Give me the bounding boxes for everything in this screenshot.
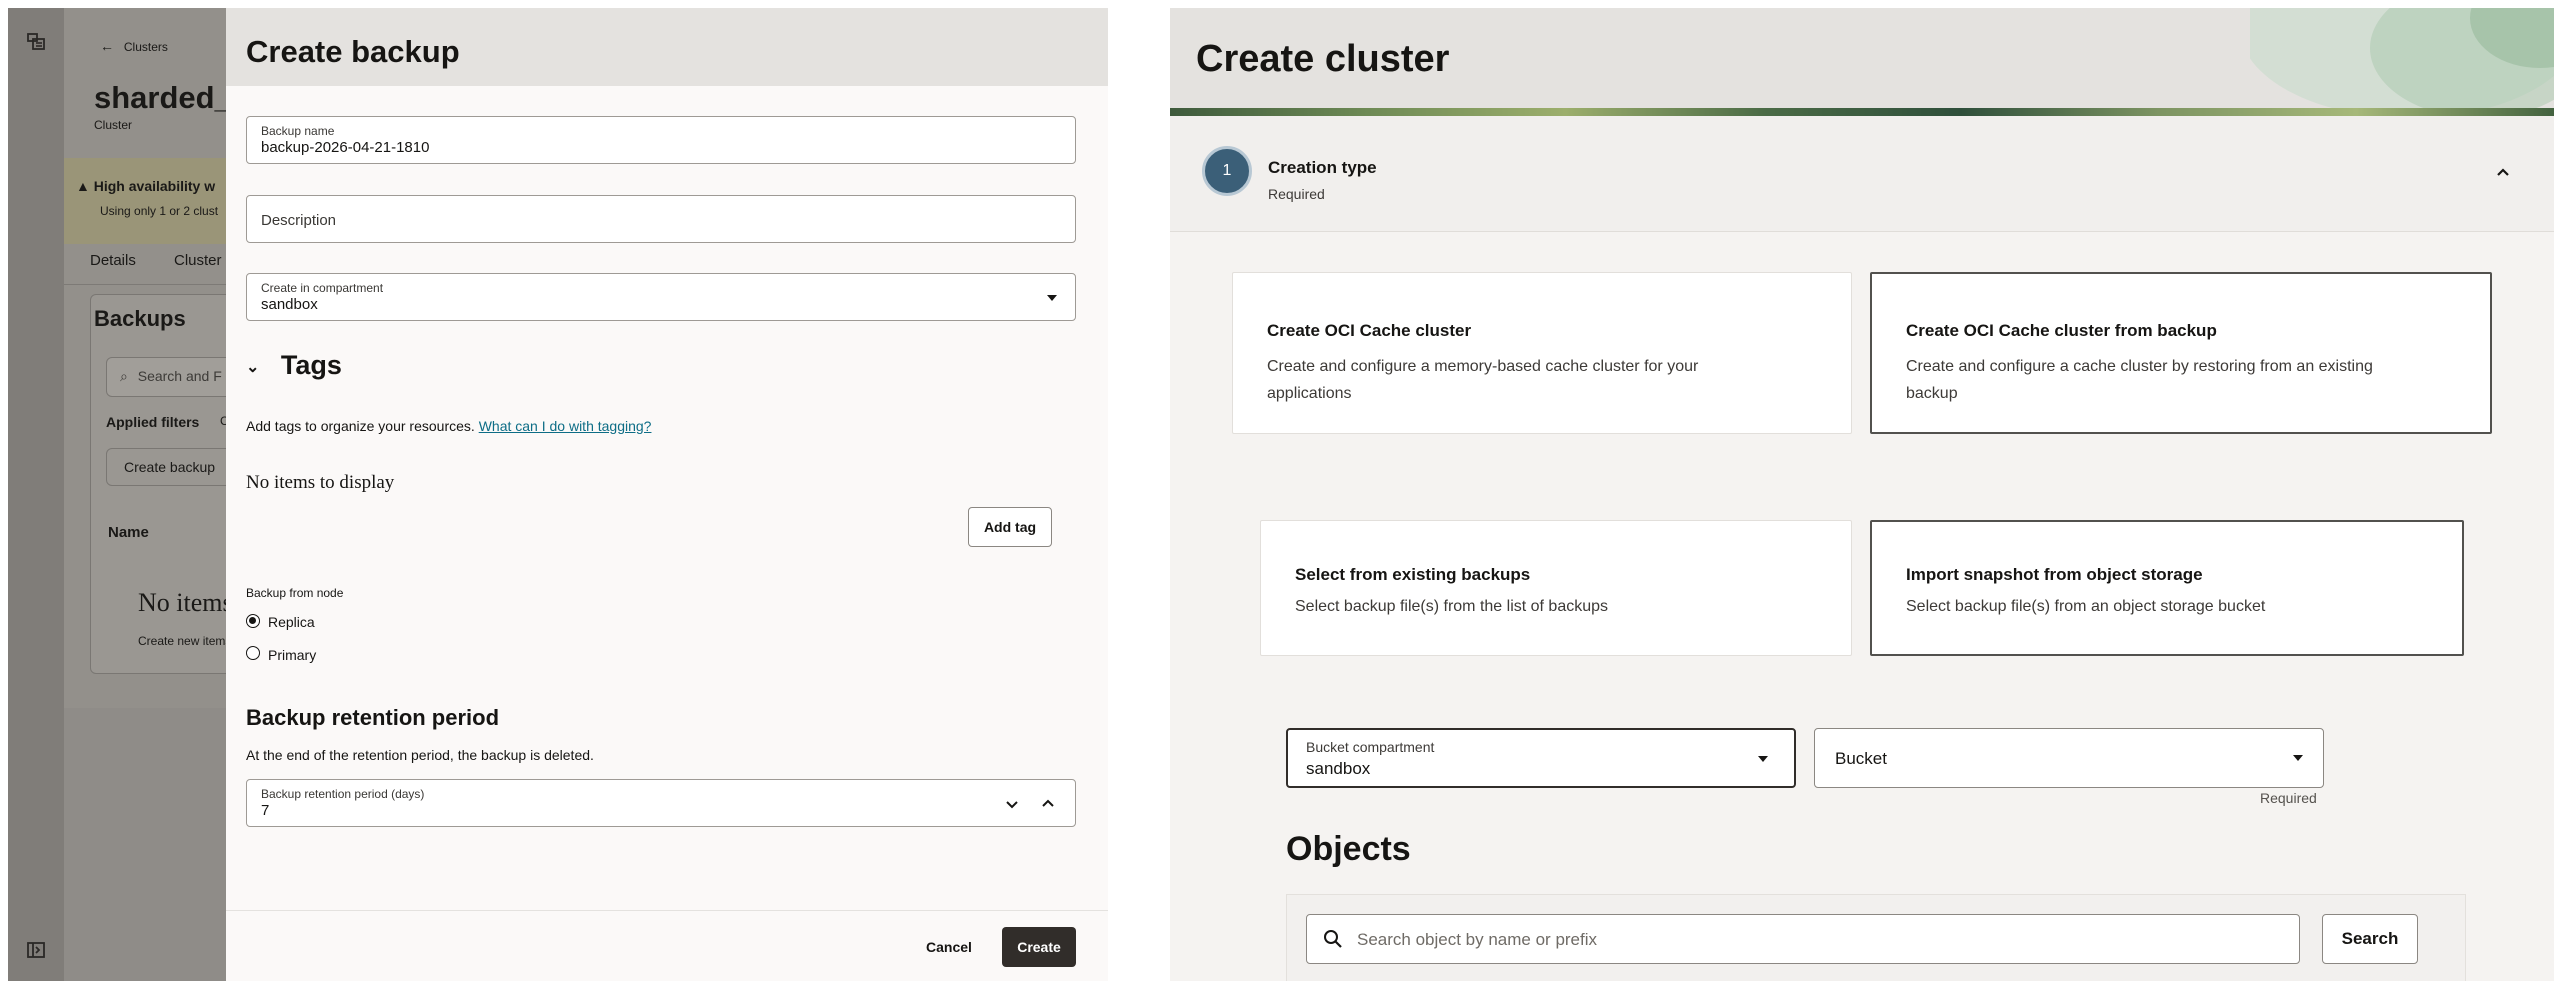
tab-cluster[interactable]: Cluster r: [174, 252, 231, 269]
tags-help: Add tags to organize your resources. Wha…: [246, 418, 652, 434]
header-decoration-strip: [1170, 108, 2554, 116]
card-title: Create OCI Cache cluster from backup: [1906, 321, 2217, 340]
tags-empty: No items to display: [246, 472, 395, 493]
retention-label: Backup retention period (days): [261, 787, 425, 801]
chevron-down-icon: [1047, 295, 1057, 301]
chevron-down-icon: [1758, 756, 1768, 762]
object-search-input[interactable]: Search object by name or prefix: [1306, 914, 2300, 964]
card-title: Import snapshot from object storage: [1906, 565, 2203, 584]
cluster-type: Cluster: [94, 118, 133, 132]
bucket-placeholder: Bucket: [1835, 749, 1887, 768]
card-create-oci-cache-cluster[interactable]: Create OCI Cache cluster Create and conf…: [1232, 272, 1852, 434]
left-screenshot: ← Clusters sharded_v Cluster ▲ High avai…: [8, 8, 1108, 981]
search-icon: [1324, 930, 1342, 948]
increment-icon[interactable]: [1041, 797, 1055, 811]
empty-sub: Create new items: [138, 634, 232, 648]
chevron-up-icon[interactable]: [2495, 164, 2511, 180]
card-desc: Select backup file(s) from an object sto…: [1906, 598, 2266, 615]
step-subtitle: Required: [1268, 186, 1325, 202]
drawer-title: Create backup: [246, 34, 460, 69]
bucket-compartment-select[interactable]: Bucket compartment sandbox: [1286, 728, 1796, 788]
step-title: Creation type: [1268, 158, 1377, 177]
card-title: Select from existing backups: [1295, 565, 1531, 584]
backup-name-value: backup-2026-04-21-1810: [261, 139, 430, 156]
create-backup-label: Create backup: [124, 459, 216, 475]
retention-help: At the end of the retention period, the …: [246, 747, 594, 763]
decrement-icon[interactable]: [1005, 797, 1019, 811]
card-create-from-backup[interactable]: Create OCI Cache cluster from backup Cre…: [1870, 272, 2492, 434]
card-desc: Select backup file(s) from the list of b…: [1295, 598, 1609, 615]
compartment-select[interactable]: Create in compartment sandbox: [246, 273, 1076, 321]
retention-field[interactable]: Backup retention period (days) 7: [246, 779, 1076, 827]
header-decoration-graphic: [2250, 8, 2554, 113]
retention-value: 7: [261, 802, 270, 819]
backup-name-field[interactable]: Backup name backup-2026-04-21-1810: [246, 116, 1076, 164]
right-screenshot: Create cluster 1 Creation type Required …: [1170, 8, 2554, 981]
search-icon: ⌕: [120, 368, 128, 384]
warning-icon: ▲: [76, 178, 90, 194]
drawer-footer: Cancel Create: [226, 910, 1108, 981]
bucket-required: Required: [2260, 790, 2317, 806]
search-button[interactable]: Search: [2322, 914, 2418, 964]
card-import-from-object-storage[interactable]: Import snapshot from object storage Sele…: [1870, 520, 2464, 656]
drawer-header: Create backup: [226, 8, 1108, 86]
backup-from-node-label: Backup from node: [246, 586, 344, 600]
expand-panel-icon[interactable]: [24, 938, 48, 962]
alert-text: Using only 1 or 2 clust: [100, 204, 219, 218]
description-placeholder: Description: [261, 212, 337, 229]
applied-filters-label: Applied filters: [106, 414, 200, 430]
step-number: 1: [1202, 146, 1252, 196]
replica-label: Replica: [268, 614, 315, 630]
tags-section-toggle[interactable]: ⌄ Tags: [246, 350, 342, 381]
backups-title: Backups: [94, 306, 186, 331]
clusters-icon[interactable]: [24, 30, 48, 54]
tagging-help-link[interactable]: What can I do with tagging?: [479, 418, 652, 434]
objects-title: Objects: [1286, 830, 1411, 868]
create-backup-drawer: Create backup Backup name backup-2026-04…: [226, 8, 1108, 981]
page-title: Create cluster: [1196, 38, 1450, 80]
card-desc: Create and configure a memory-based cach…: [1267, 358, 1699, 402]
chevron-down-icon: ⌄: [246, 358, 260, 376]
card-select-existing-backups[interactable]: Select from existing backups Select back…: [1260, 520, 1852, 656]
page-header: Create cluster: [1170, 8, 2554, 113]
create-button[interactable]: Create: [1002, 927, 1076, 967]
empty-title: No items: [138, 588, 233, 617]
cancel-button[interactable]: Cancel: [926, 939, 972, 955]
retention-title: Backup retention period: [246, 705, 500, 730]
card-desc: Create and configure a cache cluster by …: [1906, 358, 2373, 402]
compartment-value: sandbox: [261, 296, 318, 313]
tags-title: Tags: [280, 350, 342, 380]
replica-radio[interactable]: [246, 614, 260, 628]
backup-name-label: Backup name: [261, 124, 335, 138]
chevron-down-icon: [2293, 755, 2303, 761]
bucket-compartment-value: sandbox: [1306, 759, 1371, 778]
primary-radio[interactable]: [246, 646, 260, 660]
bucket-select[interactable]: Bucket: [1814, 728, 2324, 788]
tab-details[interactable]: Details: [90, 252, 136, 269]
object-search-placeholder: Search object by name or prefix: [1357, 930, 1598, 949]
primary-label: Primary: [268, 647, 317, 663]
step-creation-type[interactable]: 1 Creation type Required: [1170, 116, 2554, 232]
bucket-compartment-label: Bucket compartment: [1306, 739, 1435, 755]
arrow-left-icon: ←: [100, 38, 114, 54]
card-title: Create OCI Cache cluster: [1267, 321, 1472, 340]
compartment-label: Create in compartment: [261, 281, 384, 295]
column-name: Name: [108, 524, 149, 541]
alert-title: ▲ High availability w: [76, 178, 216, 194]
add-tag-button[interactable]: Add tag: [968, 507, 1052, 547]
description-field[interactable]: Description: [246, 195, 1076, 243]
back-link[interactable]: ← Clusters: [100, 38, 168, 54]
side-rail: [8, 8, 64, 981]
